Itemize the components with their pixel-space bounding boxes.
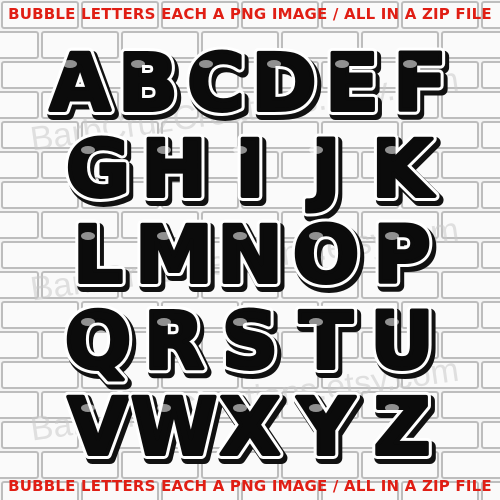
- glossy-highlight: [199, 60, 213, 68]
- bottom-banner-text: BUBBLE LETTERS EACH A PNG IMAGE / ALL IN…: [8, 477, 492, 495]
- bubble-letter-x: XXX: [215, 378, 289, 483]
- top-banner-text: BUBBLE LETTERS EACH A PNG IMAGE / ALL IN…: [8, 5, 492, 23]
- glossy-highlight: [385, 232, 399, 240]
- glossy-highlight: [63, 60, 77, 68]
- letter-glyph: W: [131, 383, 217, 473]
- glossy-highlight: [309, 232, 323, 240]
- glossy-highlight: [309, 146, 323, 154]
- letter-glyph: F: [393, 39, 446, 129]
- glossy-highlight: [81, 146, 95, 154]
- letter-glyph: Z: [374, 383, 431, 473]
- bubble-letter-i: III: [230, 120, 273, 225]
- letter-glyph: O: [293, 211, 359, 301]
- bubble-letter-h: HHH: [136, 120, 215, 225]
- bubble-letter-a: AAA: [45, 34, 119, 139]
- glossy-highlight: [81, 404, 95, 412]
- glossy-highlight: [157, 318, 171, 326]
- letter-glyph: E: [325, 39, 378, 129]
- bubble-letter-d: DDD: [247, 34, 326, 139]
- letter-glyph: J: [306, 125, 340, 215]
- bubble-letter-w: WWW: [126, 378, 226, 483]
- glossy-highlight: [309, 318, 323, 326]
- letter-glyph: A: [50, 39, 110, 129]
- letter-glyph: L: [73, 211, 123, 301]
- letter-glyph: T: [299, 297, 352, 387]
- letter-glyph: X: [220, 383, 280, 473]
- glossy-highlight: [233, 146, 247, 154]
- bubble-letter-c: CCC: [182, 34, 253, 139]
- glossy-highlight: [81, 318, 95, 326]
- letter-glyph: Q: [65, 297, 131, 387]
- letter-glyph: I: [235, 125, 264, 215]
- bubble-letter-u: UUU: [365, 292, 442, 397]
- bubble-letter-s: SSS: [217, 292, 287, 397]
- glossy-highlight: [385, 318, 399, 326]
- letter-glyph: M: [135, 211, 213, 301]
- bubble-letter-grid: AAA BBB CCC DDD EEE FFF GGG HHH III JJJ KKK LLL MMM N…: [45, 34, 456, 483]
- glossy-highlight: [335, 60, 349, 68]
- bubble-letter-m: MMM: [130, 206, 222, 311]
- glossy-highlight: [385, 404, 399, 412]
- glossy-highlight: [233, 232, 247, 240]
- letter-glyph: N: [217, 211, 282, 301]
- letter-glyph: K: [372, 125, 435, 215]
- letter-glyph: Y: [297, 383, 356, 473]
- letter-glyph: G: [66, 125, 130, 215]
- glossy-highlight: [233, 404, 247, 412]
- glossy-highlight: [131, 60, 145, 68]
- bubble-letter-f: FFF: [388, 34, 455, 139]
- bubble-letter-r: RRR: [139, 292, 213, 397]
- letter-glyph: P: [373, 211, 430, 301]
- glossy-highlight: [157, 232, 171, 240]
- glossy-highlight: [267, 60, 281, 68]
- bubble-letter-e: EEE: [320, 34, 387, 139]
- glossy-highlight: [385, 146, 399, 154]
- letter-glyph: V: [68, 383, 128, 473]
- glossy-highlight: [233, 318, 247, 326]
- bubble-letter-o: OOO: [288, 206, 368, 311]
- glossy-highlight: [309, 404, 323, 412]
- bubble-letter-k: KKK: [367, 120, 444, 225]
- letter-glyph: S: [222, 297, 278, 387]
- letter-glyph: B: [118, 39, 177, 129]
- bubble-letter-b: BBB: [113, 34, 186, 139]
- bubble-letter-z: ZZZ: [369, 378, 440, 483]
- bubble-letter-n: NNN: [212, 206, 291, 311]
- letter-glyph: C: [187, 39, 244, 129]
- glossy-highlight: [157, 146, 171, 154]
- letter-glyph: H: [141, 125, 206, 215]
- bubble-letter-p: PPP: [368, 206, 439, 311]
- bubble-letter-y: YYY: [292, 378, 365, 483]
- letter-glyph: U: [370, 297, 433, 387]
- bubble-letter-q: QQQ: [60, 292, 140, 397]
- bubble-letter-t: TTT: [294, 292, 361, 397]
- bubble-letter-g: GGG: [61, 120, 139, 225]
- bubble-letter-v: VVV: [63, 378, 137, 483]
- letter-glyph: R: [144, 297, 204, 387]
- bubble-letter-j: JJJ: [301, 120, 349, 225]
- bubble-letter-l: LLL: [68, 206, 132, 311]
- glossy-highlight: [157, 404, 171, 412]
- letter-glyph: D: [252, 39, 317, 129]
- glossy-highlight: [403, 60, 417, 68]
- glossy-highlight: [81, 232, 95, 240]
